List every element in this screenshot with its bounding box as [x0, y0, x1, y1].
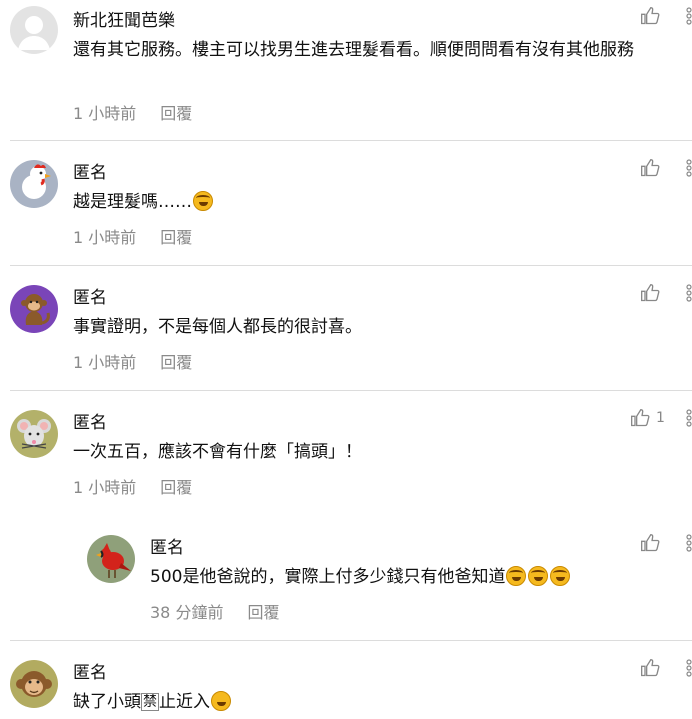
avatar[interactable]: [87, 535, 135, 583]
comment-text: 500是他爸說的，實際上付多少錢只有他爸知道: [150, 564, 670, 591]
comment-meta: 1 小時前 回覆: [73, 100, 192, 124]
avatar[interactable]: [10, 6, 58, 54]
more-options-icon[interactable]: [684, 283, 692, 303]
comment-author[interactable]: 匿名: [73, 658, 107, 683]
comment-meta: 38 分鐘前 回覆: [150, 599, 279, 623]
thumb-up-icon: [641, 6, 660, 25]
comment-text: 一次五百，應該不會有什麼「搞頭」！: [73, 442, 362, 462]
thumb-up-icon: [641, 658, 660, 677]
reply-button[interactable]: 回覆: [247, 603, 279, 622]
comment-author[interactable]: 匿名: [150, 533, 184, 558]
rolling-laugh-emoji-icon: [550, 566, 571, 586]
more-options-icon[interactable]: [684, 6, 692, 26]
mouse-icon: [17, 419, 51, 449]
more-options-icon[interactable]: [684, 408, 692, 428]
thumb-up-icon: [631, 408, 650, 427]
comment-time: 38 分鐘前: [150, 603, 224, 622]
thumb-up-icon: [641, 533, 660, 552]
monkey-face-icon: [16, 671, 52, 697]
comment-item: 匿名 缺了小頭禁止近入: [0, 652, 692, 719]
comment-meta: 1 小時前 回覆: [73, 474, 192, 498]
rolling-laugh-emoji-icon: [506, 566, 527, 586]
avatar[interactable]: [10, 285, 58, 333]
avatar[interactable]: [10, 660, 58, 708]
reply-button[interactable]: 回覆: [160, 104, 192, 123]
comment-text-content: 止近入: [159, 692, 210, 712]
comment-text: 缺了小頭禁止近入: [73, 689, 673, 716]
comment-time: 1 小時前: [73, 104, 137, 123]
rolling-laugh-emoji-icon: [528, 566, 549, 586]
more-options-icon[interactable]: [684, 658, 692, 678]
rolling-laugh-emoji-icon: [193, 191, 213, 211]
comment-text-content: 500是他爸說的，實際上付多少錢只有他爸知道: [150, 567, 506, 587]
divider: [10, 390, 692, 391]
avatar[interactable]: [10, 410, 58, 458]
divider: [10, 640, 692, 641]
comment-author[interactable]: 匿名: [73, 408, 107, 433]
reply-button[interactable]: 回覆: [160, 353, 192, 372]
default-avatar-icon: [18, 16, 50, 50]
like-button[interactable]: [640, 283, 660, 303]
like-button[interactable]: 1: [630, 408, 665, 428]
divider: [10, 265, 692, 266]
grinning-sweat-emoji-icon: [211, 691, 231, 711]
comment-time: 1 小時前: [73, 478, 137, 497]
like-button[interactable]: [640, 658, 660, 678]
comment-text-content: 缺了小頭: [73, 692, 141, 712]
boxed-character: 禁: [141, 693, 159, 711]
comment-time: 1 小時前: [73, 228, 137, 247]
like-count: 1: [656, 410, 665, 426]
reply-button[interactable]: 回覆: [160, 228, 192, 247]
comment-meta: 1 小時前 回覆: [73, 224, 192, 248]
comment-meta: 1 小時前 回覆: [73, 349, 192, 373]
comment-item: 匿名 一次五百，應該不會有什麼「搞頭」！ 1 小時前 回覆 1: [0, 402, 692, 512]
comment-item: 新北狂聞芭樂 還有其它服務。樓主可以找男生進去理髮看看。順便問問看有沒有其他服務…: [0, 0, 692, 140]
thumb-up-icon: [641, 158, 660, 177]
monkey-icon: [21, 294, 50, 325]
comment-time: 1 小時前: [73, 353, 137, 372]
comment-text: 事實證明，不是每個人都長的很討喜。: [73, 317, 362, 337]
like-button[interactable]: [640, 533, 660, 553]
reply-item: 匿名 500是他爸說的，實際上付多少錢只有他爸知道 38 分鐘前 回覆: [0, 527, 692, 637]
cardinal-icon: [96, 543, 131, 578]
more-options-icon[interactable]: [684, 158, 692, 178]
comment-text: 越是理髮嗎……: [73, 189, 673, 216]
thumb-up-icon: [641, 283, 660, 302]
more-options-icon[interactable]: [684, 533, 692, 553]
reply-button[interactable]: 回覆: [160, 478, 192, 497]
avatar[interactable]: [10, 160, 58, 208]
divider: [10, 140, 692, 141]
comment-item: 匿名 越是理髮嗎…… 1 小時前 回覆: [0, 152, 692, 265]
like-button[interactable]: [640, 6, 660, 26]
comment-item: 匿名 事實證明，不是每個人都長的很討喜。 1 小時前 回覆: [0, 277, 692, 390]
comment-author[interactable]: 匿名: [73, 283, 107, 308]
like-button[interactable]: [640, 158, 660, 178]
comment-text: 還有其它服務。樓主可以找男生進去理髮看看。順便問問看有沒有其他服務: [73, 40, 634, 60]
comment-text-content: 越是理髮嗎……: [73, 192, 192, 212]
comment-author[interactable]: 匿名: [73, 158, 107, 183]
comment-author[interactable]: 新北狂聞芭樂: [73, 6, 175, 31]
chicken-icon: [22, 164, 51, 199]
